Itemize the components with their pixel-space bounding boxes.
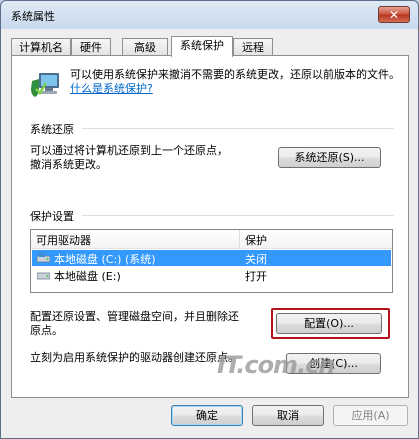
title-bar[interactable]: 系统属性 ✕: [1, 1, 418, 29]
tab-system-protection[interactable]: 系统保护: [171, 36, 233, 57]
drive-list-header: 可用驱动器 保护: [31, 230, 392, 249]
tab-hardware[interactable]: 硬件: [71, 38, 111, 56]
cancel-button[interactable]: 取消: [252, 405, 324, 426]
hard-drive-icon: [37, 272, 50, 280]
column-separator[interactable]: [239, 230, 240, 248]
restore-description-line1: 可以通过将计算机还原到上一个还原点，: [30, 144, 228, 157]
restore-description: 可以通过将计算机还原到上一个还原点， 撤消系统更改。: [30, 144, 228, 172]
protection-group-label: 保护设置: [30, 210, 74, 223]
system-properties-window: 系统属性 ✕ 计算机名 硬件 高级 系统保护 远程 可以使用系统保护来撤消不需要…: [0, 0, 419, 439]
configure-button[interactable]: 配置(O)...: [276, 313, 382, 334]
watermark: IT.com.cn: [217, 351, 335, 379]
drive-protection-status: 关闭: [245, 253, 267, 266]
what-is-protection-link[interactable]: 什么是系统保护?: [70, 82, 153, 95]
close-button[interactable]: ✕: [378, 6, 410, 23]
restore-group-divider: [82, 128, 394, 129]
system-restore-button[interactable]: 系统还原(S)...: [278, 147, 381, 168]
tab-remote[interactable]: 远程: [233, 38, 273, 56]
intro-text: 可以使用系统保护来撤消不需要的系统更改，还原以前版本的文件。: [70, 68, 400, 81]
drive-name: 本地磁盘 (E:): [54, 270, 121, 283]
restore-group-label: 系统还原: [30, 123, 74, 136]
drive-protection-status: 打开: [245, 270, 267, 283]
tab-advanced[interactable]: 高级: [122, 38, 168, 56]
tab-computer-name[interactable]: 计算机名: [11, 38, 71, 56]
create-description: 立刻为启用系统保护的驱动器创建还原点。: [30, 351, 239, 364]
system-drive-icon: [37, 252, 50, 263]
window-title: 系统属性: [11, 10, 55, 23]
column-protection[interactable]: 保护: [245, 232, 267, 248]
apply-button[interactable]: 应用(A): [333, 405, 408, 426]
configure-description-line2: 原点。: [30, 324, 63, 337]
drive-name: 本地磁盘 (C:) (系统): [54, 253, 156, 266]
restore-description-line2: 撤消系统更改。: [30, 158, 107, 171]
system-protection-panel: 可以使用系统保护来撤消不需要的系统更改，还原以前版本的文件。 什么是系统保护? …: [11, 55, 409, 398]
configure-description: 配置还原设置、管理磁盘空间，并且删除还 原点。: [30, 310, 275, 338]
intro-description: 可以使用系统保护来撤消不需要的系统更改，还原以前版本的文件。 什么是系统保护?: [70, 68, 400, 96]
drive-row-c[interactable]: 本地磁盘 (C:) (系统) 关闭: [32, 250, 391, 266]
drive-row-e[interactable]: 本地磁盘 (E:) 打开: [32, 267, 391, 283]
column-available-drives[interactable]: 可用驱动器: [36, 232, 91, 248]
computer-shield-icon: [31, 73, 59, 97]
ok-button[interactable]: 确定: [171, 405, 243, 426]
protection-group-divider: [82, 215, 394, 216]
configure-description-line1: 配置还原设置、管理磁盘空间，并且删除还: [30, 310, 239, 323]
drive-list[interactable]: 可用驱动器 保护 本地磁盘 (C:) (系统) 关闭 本地磁盘 (E:) 打开: [30, 229, 393, 293]
